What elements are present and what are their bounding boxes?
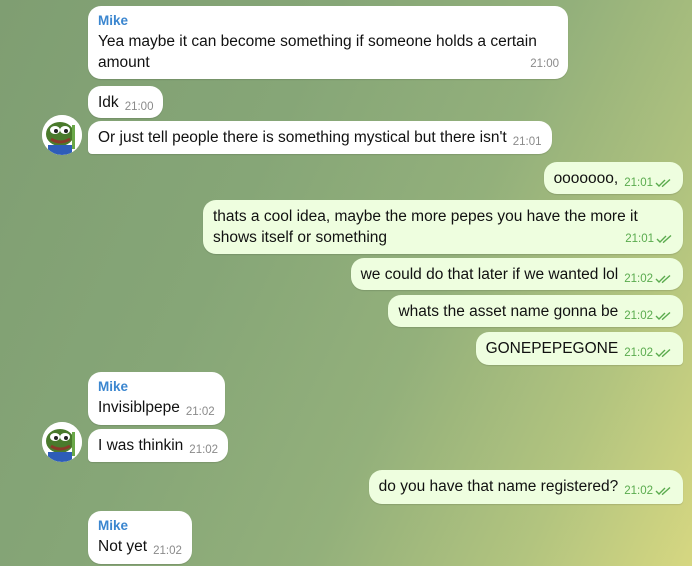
sender-name[interactable]: Mike	[98, 517, 182, 534]
message-text: whats the asset name gonna be	[398, 303, 619, 320]
message-text: Or just tell people there is something m…	[98, 129, 507, 146]
avatar[interactable]	[42, 115, 82, 155]
message-time: 21:02	[185, 406, 215, 418]
avatar[interactable]	[42, 422, 82, 462]
message-bubble-outgoing[interactable]: whats the asset name gonna be 21:02	[388, 295, 683, 327]
message-text: amount	[98, 54, 150, 71]
sender-name[interactable]: Mike	[98, 378, 215, 395]
double-check-icon	[655, 311, 671, 321]
message-text: Invisiblpepe	[98, 399, 180, 416]
message-time: 21:01	[625, 229, 674, 250]
message-bubble-incoming[interactable]: I was thinkin 21:02	[88, 429, 229, 462]
message-bubble-outgoing[interactable]: thats a cool idea, maybe the more pepes …	[203, 200, 683, 254]
message-time: 21:00	[124, 101, 154, 113]
message-bubble-outgoing[interactable]: GONEPEPEGONE 21:02	[475, 332, 683, 365]
message-time: 21:01	[624, 173, 673, 194]
double-check-icon	[656, 234, 672, 244]
double-check-icon	[655, 274, 671, 284]
pepe-avatar-icon	[42, 422, 82, 462]
message-text: Not yet	[98, 538, 148, 555]
double-check-icon	[655, 348, 671, 358]
message-text: Yea maybe it can become something if som…	[98, 33, 537, 50]
message-text: do you have that name registered?	[378, 478, 619, 495]
message-bubble-incoming[interactable]: Idk 21:00	[88, 86, 164, 118]
message-text: we could do that later if we wanted lol	[360, 266, 619, 283]
message-time: 21:01	[512, 136, 542, 148]
message-bubble-outgoing[interactable]: we could do that later if we wanted lol 2…	[350, 258, 683, 290]
message-text: GONEPEPEGONE	[485, 340, 619, 357]
message-text: I was thinkin	[98, 437, 184, 454]
message-time: 21:02	[624, 343, 673, 364]
message-time: 21:02	[624, 306, 673, 327]
message-time: 21:02	[624, 269, 673, 290]
sender-name[interactable]: Mike	[98, 12, 558, 29]
message-bubble-incoming[interactable]: Mike Not yet 21:02	[88, 511, 192, 564]
message-bubble-incoming[interactable]: Mike Invisiblpepe 21:02	[88, 372, 225, 425]
message-text: thats a cool idea, maybe the more pepes …	[213, 208, 638, 225]
double-check-icon	[655, 486, 671, 496]
message-time: 21:02	[189, 444, 219, 456]
message-bubble-incoming[interactable]: Or just tell people there is something m…	[88, 121, 552, 154]
message-text: Idk	[98, 94, 119, 111]
pepe-avatar-icon	[42, 115, 82, 155]
double-check-icon	[655, 178, 671, 188]
message-bubble-outgoing[interactable]: do you have that name registered? 21:02	[368, 470, 683, 504]
message-time: 21:02	[624, 481, 673, 502]
message-text: shows itself or something	[213, 229, 388, 246]
message-time: 21:02	[153, 545, 182, 557]
message-time: 21:00	[530, 58, 559, 70]
message-bubble-outgoing[interactable]: ooooooo, 21:01	[543, 162, 683, 194]
message-text: ooooooo,	[553, 170, 619, 187]
message-bubble-incoming[interactable]: Mike Yea maybe it can become something i…	[88, 6, 568, 79]
